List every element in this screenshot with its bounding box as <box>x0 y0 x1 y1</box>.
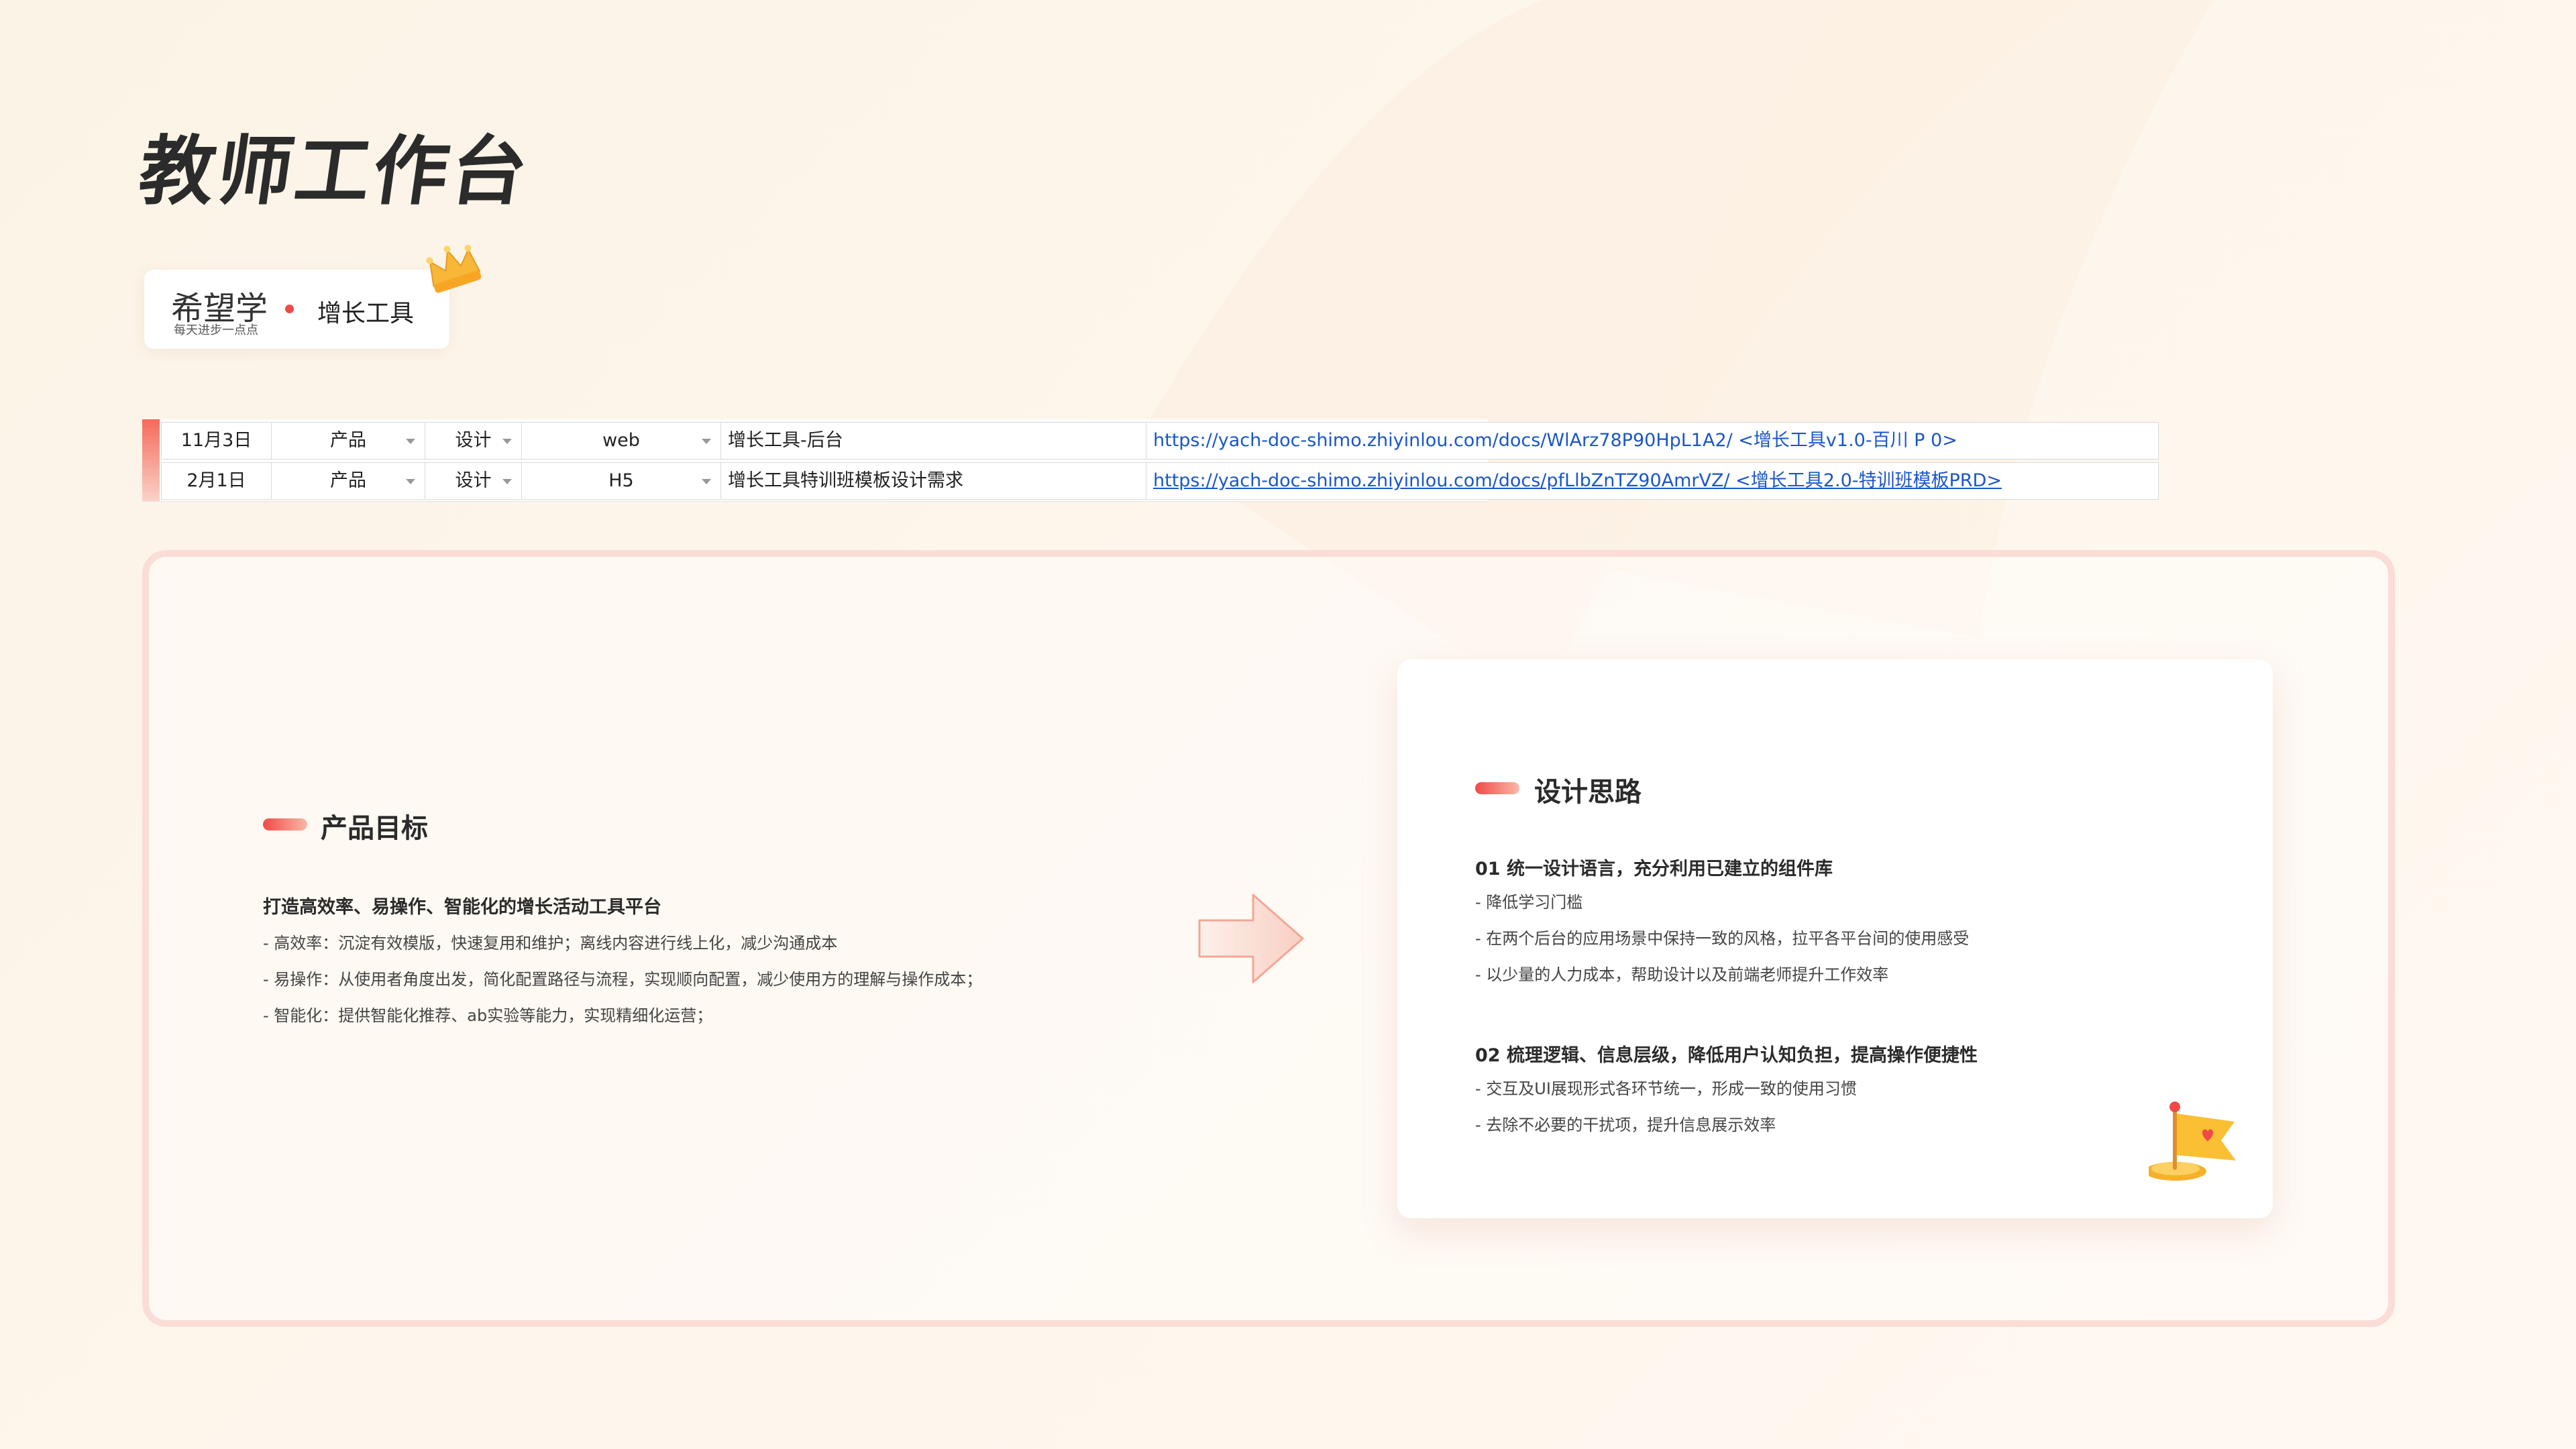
cell-type-select[interactable]: 产品 <box>271 422 425 460</box>
design-section-list: - 交互及UI展现形式各环节统一，形成一致的使用习惯 - 去除不必要的干扰项，提… <box>1475 1075 1857 1148</box>
cell-platform-select[interactable]: H5 <box>521 462 721 500</box>
badge-tool-label: 增长工具 <box>317 300 415 327</box>
spreadsheet-snippet: 11月3日 产品 设计 web 增长工具-后台 https://yach-doc… <box>142 419 2159 501</box>
section-marker <box>1475 782 1519 794</box>
cell-name[interactable]: 增长工具特训班模板设计需求 <box>720 462 1146 500</box>
cell-name[interactable]: 增长工具-后台 <box>720 422 1146 460</box>
dropdown-caret-icon[interactable] <box>406 479 415 484</box>
doc-link[interactable]: https://yach-doc-shimo.zhiyinlou.com/doc… <box>1153 470 2002 491</box>
separator-dot <box>285 305 294 313</box>
cell-link[interactable]: https://yach-doc-shimo.zhiyinlou.com/doc… <box>1146 422 2159 460</box>
cell-platform-value: H5 <box>608 470 634 491</box>
doc-link[interactable]: https://yach-doc-shimo.zhiyinlou.com/doc… <box>1153 430 1957 451</box>
crown-icon <box>426 244 482 293</box>
design-item: - 在两个后台的应用场景中保持一致的风格，拉平各平台间的使用感受 <box>1475 929 1970 948</box>
design-section-heading: 02 梳理逻辑、信息层级，降低用户认知负担，提高操作便捷性 <box>1475 1045 1978 1066</box>
design-section-heading: 01 统一设计语言，充分利用已建立的组件库 <box>1475 859 1833 879</box>
table-row: 11月3日 产品 设计 web 增长工具-后台 https://yach-doc… <box>161 422 2159 460</box>
design-item: - 交互及UI展现形式各环节统一，形成一致的使用习惯 <box>1475 1079 1857 1098</box>
cell-date[interactable]: 11月3日 <box>161 422 272 460</box>
dropdown-caret-icon[interactable] <box>502 479 512 484</box>
goal-heading: 打造高效率、易操作、智能化的增长活动工具平台 <box>263 897 661 918</box>
cell-type-value: 产品 <box>330 470 366 491</box>
cell-link[interactable]: https://yach-doc-shimo.zhiyinlou.com/doc… <box>1146 462 2159 500</box>
arrow-right-icon <box>1198 894 1304 983</box>
dropdown-caret-icon[interactable] <box>702 439 711 444</box>
design-item: - 去除不必要的干扰项，提升信息展示效率 <box>1475 1116 1776 1134</box>
cell-kind-select[interactable]: 设计 <box>425 462 522 500</box>
cell-date[interactable]: 2月1日 <box>161 462 272 500</box>
sheet-accent-bar <box>142 419 160 501</box>
cell-type-select[interactable]: 产品 <box>271 462 425 500</box>
flag-icon <box>2149 1102 2236 1181</box>
design-title: 设计思路 <box>1534 777 1642 808</box>
dropdown-caret-icon[interactable] <box>702 479 711 484</box>
design-card: 设计思路 01 统一设计语言，充分利用已建立的组件库 - 降低学习门槛 - 在两… <box>1397 659 2273 1218</box>
dropdown-caret-icon[interactable] <box>502 439 512 444</box>
design-item: - 以少量的人力成本，帮助设计以及前端老师提升工作效率 <box>1475 965 1889 984</box>
cell-kind-value: 设计 <box>455 470 492 491</box>
design-section-list: - 降低学习门槛 - 在两个后台的应用场景中保持一致的风格，拉平各平台间的使用感… <box>1475 889 1969 998</box>
cell-platform-value: web <box>602 430 640 451</box>
dropdown-caret-icon[interactable] <box>406 439 415 444</box>
cell-type-value: 产品 <box>330 430 366 451</box>
design-item: - 降低学习门槛 <box>1475 893 1583 912</box>
cell-kind-value: 设计 <box>455 430 492 451</box>
table-row: 2月1日 产品 设计 H5 增长工具特训班模板设计需求 https://yach… <box>161 462 2159 500</box>
brand-badge: 希望学 每天进步一点点 增长工具 <box>144 270 449 349</box>
goal-title: 产品目标 <box>321 813 428 844</box>
cell-platform-select[interactable]: web <box>521 422 721 460</box>
goal-item: - 高效率：沉淀有效模版，快速复用和维护；离线内容进行线上化，减少沟通成本 <box>263 934 838 953</box>
goal-item: - 易操作：从使用者角度出发，简化配置路径与流程，实现顺向配置，减少使用方的理解… <box>263 970 983 989</box>
brand-slogan: 每天进步一点点 <box>174 323 258 337</box>
page-title: 教师工作台 <box>133 128 535 215</box>
goal-item: - 智能化：提供智能化推荐、ab实验等能力，实现精细化运营； <box>263 1006 713 1025</box>
goal-list: - 高效率：沉淀有效模版，快速复用和维护；离线内容进行线上化，减少沟通成本 - … <box>263 930 982 1038</box>
cell-kind-select[interactable]: 设计 <box>425 422 522 460</box>
section-marker <box>263 818 307 830</box>
